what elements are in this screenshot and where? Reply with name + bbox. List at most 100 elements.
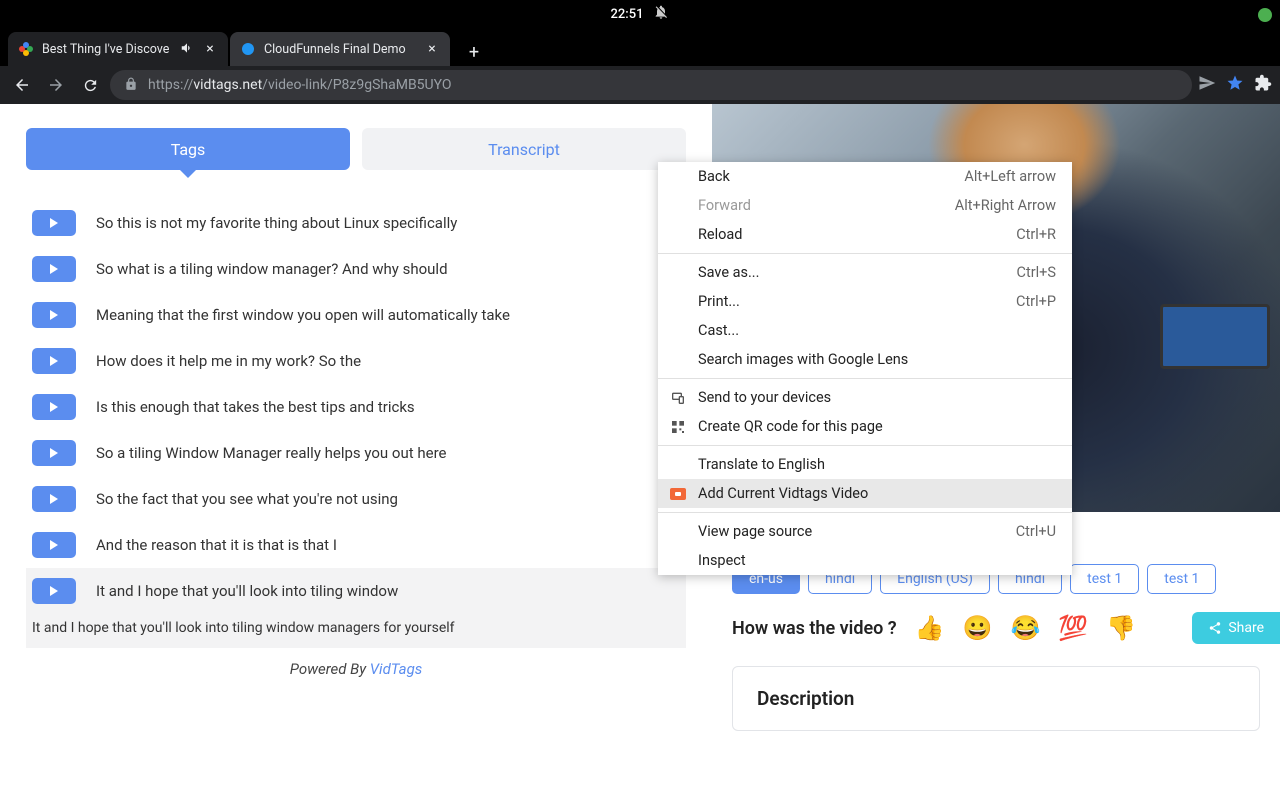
menu-item[interactable]: View page sourceCtrl+U xyxy=(658,517,1072,546)
devices-icon xyxy=(670,390,686,406)
toolbar-actions xyxy=(1198,74,1272,96)
menu-item-label: Print... xyxy=(698,293,740,310)
notifications-muted-icon xyxy=(653,4,669,24)
status-indicator-icon xyxy=(1258,8,1272,22)
menu-item-label: Translate to English xyxy=(698,456,825,473)
context-menu: BackAlt+Left arrowForwardAlt+Right Arrow… xyxy=(658,162,1072,575)
menu-shortcut: Ctrl+R xyxy=(1016,226,1056,243)
play-button[interactable] xyxy=(32,440,76,466)
tag-row[interactable]: Meaning that the first window you open w… xyxy=(26,292,686,338)
tag-text: How does it help me in my work? So the xyxy=(96,352,361,370)
menu-item[interactable]: Send to your devices xyxy=(658,383,1072,412)
lock-icon xyxy=(124,76,138,95)
share-label: Share xyxy=(1228,620,1264,636)
menu-item-label: View page source xyxy=(698,523,812,540)
powered-brand[interactable]: VidTags xyxy=(370,660,422,678)
menu-item-label: Save as... xyxy=(698,264,759,281)
menu-item[interactable]: Back Alt+Left arrow xyxy=(658,162,1072,191)
play-icon xyxy=(50,264,58,274)
browser-tab-bar: Best Thing I've Discove × CloudFunnels F… xyxy=(0,28,1280,66)
play-button[interactable] xyxy=(32,578,76,604)
menu-item[interactable]: Translate to English xyxy=(658,450,1072,479)
menu-shortcut: Alt+Left arrow xyxy=(964,168,1056,185)
tags-list: So this is not my favorite thing about L… xyxy=(26,200,686,648)
bookmark-icon[interactable] xyxy=(1226,74,1244,96)
play-button[interactable] xyxy=(32,348,76,374)
menu-item[interactable]: Print...Ctrl+P xyxy=(658,287,1072,316)
play-icon xyxy=(50,218,58,228)
browser-tab-1[interactable]: Best Thing I've Discove × xyxy=(8,32,228,66)
url-domain: vidtags.net xyxy=(193,77,262,93)
menu-item[interactable]: Inspect xyxy=(658,546,1072,575)
play-button[interactable] xyxy=(32,256,76,282)
tag-row[interactable]: It and I hope that you'll look into tili… xyxy=(26,568,686,614)
play-button[interactable] xyxy=(32,302,76,328)
tag-row[interactable]: Is this enough that takes the best tips … xyxy=(26,384,686,430)
play-button[interactable] xyxy=(32,394,76,420)
reaction-laugh[interactable]: 😂 xyxy=(1010,614,1040,642)
back-button[interactable] xyxy=(8,71,36,99)
reload-button[interactable] xyxy=(76,71,104,99)
menu-item[interactable]: Create QR code for this page xyxy=(658,412,1072,441)
tag-text: So what is a tiling window manager? And … xyxy=(96,260,448,278)
tag-row[interactable]: So this is not my favorite thing about L… xyxy=(26,200,686,246)
menu-divider xyxy=(658,378,1072,379)
close-icon[interactable]: × xyxy=(424,41,440,57)
browser-tab-2[interactable]: CloudFunnels Final Demo × xyxy=(230,32,450,66)
share-icon xyxy=(1208,621,1222,635)
menu-item-label: Add Current Vidtags Video xyxy=(698,485,868,502)
tab-tags[interactable]: Tags xyxy=(26,128,350,170)
extensions-icon[interactable] xyxy=(1254,74,1272,96)
play-button[interactable] xyxy=(32,532,76,558)
tag-text: So this is not my favorite thing about L… xyxy=(96,214,457,232)
reaction-smile[interactable]: 😀 xyxy=(963,614,993,642)
tab-transcript[interactable]: Transcript xyxy=(362,128,686,170)
share-button[interactable]: Share xyxy=(1192,612,1280,644)
menu-item[interactable]: Save as...Ctrl+S xyxy=(658,258,1072,287)
tag-text: So a tiling Window Manager really helps … xyxy=(96,444,446,462)
play-icon xyxy=(50,540,58,550)
tag-row[interactable]: So the fact that you see what you're not… xyxy=(26,476,686,522)
tab-favicon-icon xyxy=(18,41,34,57)
tab-favicon-icon xyxy=(240,41,256,57)
menu-item-label: Search images with Google Lens xyxy=(698,351,908,368)
play-button[interactable] xyxy=(32,210,76,236)
play-button[interactable] xyxy=(32,486,76,512)
tab-title: Best Thing I've Discove xyxy=(42,42,172,57)
tag-row[interactable]: How does it help me in my work? So the xyxy=(26,338,686,384)
lang-chip[interactable]: test 1 xyxy=(1070,564,1139,594)
reaction-hundred[interactable]: 💯 xyxy=(1058,614,1088,642)
reaction-label: How was the video ? xyxy=(732,618,897,639)
section-tabs: Tags Transcript xyxy=(26,128,686,170)
forward-button[interactable] xyxy=(42,71,70,99)
reaction-thumbs-down[interactable]: 👎 xyxy=(1106,614,1136,642)
menu-item-label: Cast... xyxy=(698,322,739,339)
description-box[interactable]: Description xyxy=(732,666,1260,731)
audio-icon[interactable] xyxy=(180,40,194,59)
lang-chip[interactable]: test 1 xyxy=(1147,564,1216,594)
powered-prefix: Powered By xyxy=(290,660,370,678)
expanded-tag-text: It and I hope that you'll look into tili… xyxy=(26,614,686,648)
menu-item[interactable]: Cast... xyxy=(658,316,1072,345)
menu-divider xyxy=(658,512,1072,513)
tag-row[interactable]: And the reason that it is that is that I xyxy=(26,522,686,568)
send-icon[interactable] xyxy=(1198,74,1216,96)
clock-text: 22:51 xyxy=(611,7,644,22)
menu-item[interactable]: ReloadCtrl+R xyxy=(658,220,1072,249)
play-icon xyxy=(50,356,58,366)
close-icon[interactable]: × xyxy=(202,41,218,57)
tag-row[interactable]: So what is a tiling window manager? And … xyxy=(26,246,686,292)
menu-item[interactable]: Search images with Google Lens xyxy=(658,345,1072,374)
menu-item[interactable]: Add Current Vidtags Video xyxy=(658,479,1072,508)
play-icon xyxy=(50,310,58,320)
play-icon xyxy=(50,402,58,412)
vidtags-icon xyxy=(670,486,686,502)
tag-text: So the fact that you see what you're not… xyxy=(96,490,398,508)
menu-item-label: Back xyxy=(698,168,730,185)
menu-item-label: Inspect xyxy=(698,552,746,569)
new-tab-button[interactable]: + xyxy=(460,38,488,66)
tag-row[interactable]: So a tiling Window Manager really helps … xyxy=(26,430,686,476)
reaction-thumbs-up[interactable]: 👍 xyxy=(915,614,945,642)
address-bar[interactable]: https://vidtags.net/video-link/P8z9gShaM… xyxy=(110,70,1192,100)
tab-title: CloudFunnels Final Demo xyxy=(264,42,416,57)
